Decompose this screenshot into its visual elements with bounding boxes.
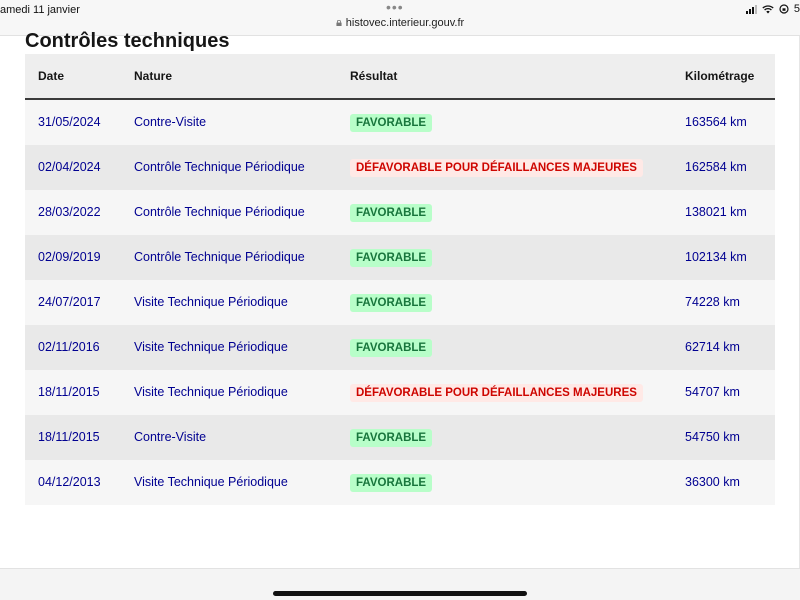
cell-nature: Visite Technique Périodique: [134, 385, 288, 399]
cell-result: FAVORABLE: [350, 235, 433, 280]
cell-nature: Visite Technique Périodique: [134, 475, 288, 489]
cell-date: 18/11/2015: [38, 385, 100, 399]
cell-result: FAVORABLE: [350, 100, 433, 145]
cell-date: 28/03/2022: [38, 205, 101, 219]
cell-mileage: 36300 km: [685, 475, 740, 489]
table-header: Date Nature Résultat Kilométrage: [25, 54, 775, 100]
cell-nature: Visite Technique Périodique: [134, 340, 288, 354]
table-body: 31/05/2024 Contre-Visite FAVORABLE 163564 k…: [25, 100, 775, 505]
cell-mileage: 54750 km: [685, 430, 740, 444]
cell-result: FAVORABLE: [350, 325, 433, 370]
cell-nature: Contrôle Technique Périodique: [134, 250, 305, 264]
cell-mileage: 163564 km: [685, 115, 747, 129]
cell-date: 24/07/2017: [38, 295, 101, 309]
cell-result: FAVORABLE: [350, 190, 433, 235]
wifi-icon: [762, 4, 774, 13]
url-text[interactable]: histovec.interieur.gouv.fr: [346, 17, 464, 29]
table-row: 02/11/2016 Visite Technique Périodique FAV…: [25, 325, 775, 370]
cell-nature: Visite Technique Périodique: [134, 295, 288, 309]
cell-result: DÉFAVORABLE POUR DÉFAILLANCES MAJEURES: [350, 370, 643, 415]
cell-date: 31/05/2024: [38, 115, 101, 129]
bottom-area: [0, 568, 800, 600]
result-badge: DÉFAVORABLE POUR DÉFAILLANCES MAJEURES: [350, 383, 643, 402]
table-row: 31/05/2024 Contre-Visite FAVORABLE 163564 k…: [25, 100, 775, 145]
column-header-mileage: Kilométrage: [685, 69, 755, 83]
cell-nature: Contre-Visite: [134, 115, 207, 129]
cell-date: 18/11/2015: [38, 430, 100, 444]
lock-icon: [336, 20, 342, 26]
cell-nature: Contre-Visite: [134, 430, 207, 444]
more-dots-icon[interactable]: •••: [386, 0, 404, 14]
signal-icon: [745, 4, 757, 14]
cell-result: FAVORABLE: [350, 415, 433, 460]
cell-mileage: 54707 km: [685, 385, 740, 399]
cell-date: 02/11/2016: [38, 340, 100, 354]
status-indicators: 5: [745, 3, 800, 15]
table-row: 24/07/2017 Visite Technique Périodique FAV…: [25, 280, 775, 325]
result-badge: FAVORABLE: [350, 293, 433, 312]
table-row: 02/04/2024 Contrôle Technique Périodique D…: [25, 145, 775, 190]
cell-mileage: 162584 km: [685, 160, 747, 174]
cell-mileage: 102134 km: [685, 250, 747, 264]
technical-inspections-table: Date Nature Résultat Kilométrage 31/05/2…: [25, 54, 775, 505]
result-badge: DÉFAVORABLE POUR DÉFAILLANCES MAJEURES: [350, 158, 643, 177]
result-badge: FAVORABLE: [350, 203, 433, 222]
page-content: Contrôles techniques Date Nature Résulta…: [0, 30, 800, 568]
column-header-result: Résultat: [350, 69, 398, 83]
result-badge: FAVORABLE: [350, 248, 433, 267]
cell-nature: Contrôle Technique Périodique: [134, 205, 305, 219]
cell-nature: Contrôle Technique Périodique: [134, 160, 305, 174]
address-bar[interactable]: histovec.interieur.gouv.fr: [0, 17, 800, 29]
table-row: 04/12/2013 Visite Technique Périodique FAV…: [25, 460, 775, 505]
cell-mileage: 74228 km: [685, 295, 740, 309]
section-title: Contrôles techniques: [25, 30, 230, 52]
table-row: 18/11/2015 Contre-Visite FAVORABLE 54750 km: [25, 415, 775, 460]
status-date: amedi 11 janvier: [0, 4, 80, 16]
cell-date: 02/04/2024: [38, 160, 101, 174]
cell-mileage: 62714 km: [685, 340, 740, 354]
table-row: 02/09/2019 Contrôle Technique Périodique F…: [25, 235, 775, 280]
cell-date: 02/09/2019: [38, 250, 101, 264]
column-header-date: Date: [38, 69, 65, 83]
battery-level-text: 5: [793, 3, 800, 15]
result-badge: FAVORABLE: [350, 113, 433, 132]
table-row: 28/03/2022 Contrôle Technique Périodique F…: [25, 190, 775, 235]
result-badge: FAVORABLE: [350, 428, 433, 447]
column-header-nature: Nature: [134, 69, 173, 83]
cell-date: 04/12/2013: [38, 475, 101, 489]
result-badge: FAVORABLE: [350, 473, 433, 492]
home-indicator[interactable]: [273, 591, 527, 596]
cell-result: FAVORABLE: [350, 460, 433, 505]
result-badge: FAVORABLE: [350, 338, 433, 357]
table-row: 18/11/2015 Visite Technique Périodique DÉF…: [25, 370, 775, 415]
cell-mileage: 138021 km: [685, 205, 747, 219]
cell-result: DÉFAVORABLE POUR DÉFAILLANCES MAJEURES: [350, 145, 643, 190]
orientation-lock-icon: [779, 4, 789, 14]
cell-result: FAVORABLE: [350, 280, 433, 325]
